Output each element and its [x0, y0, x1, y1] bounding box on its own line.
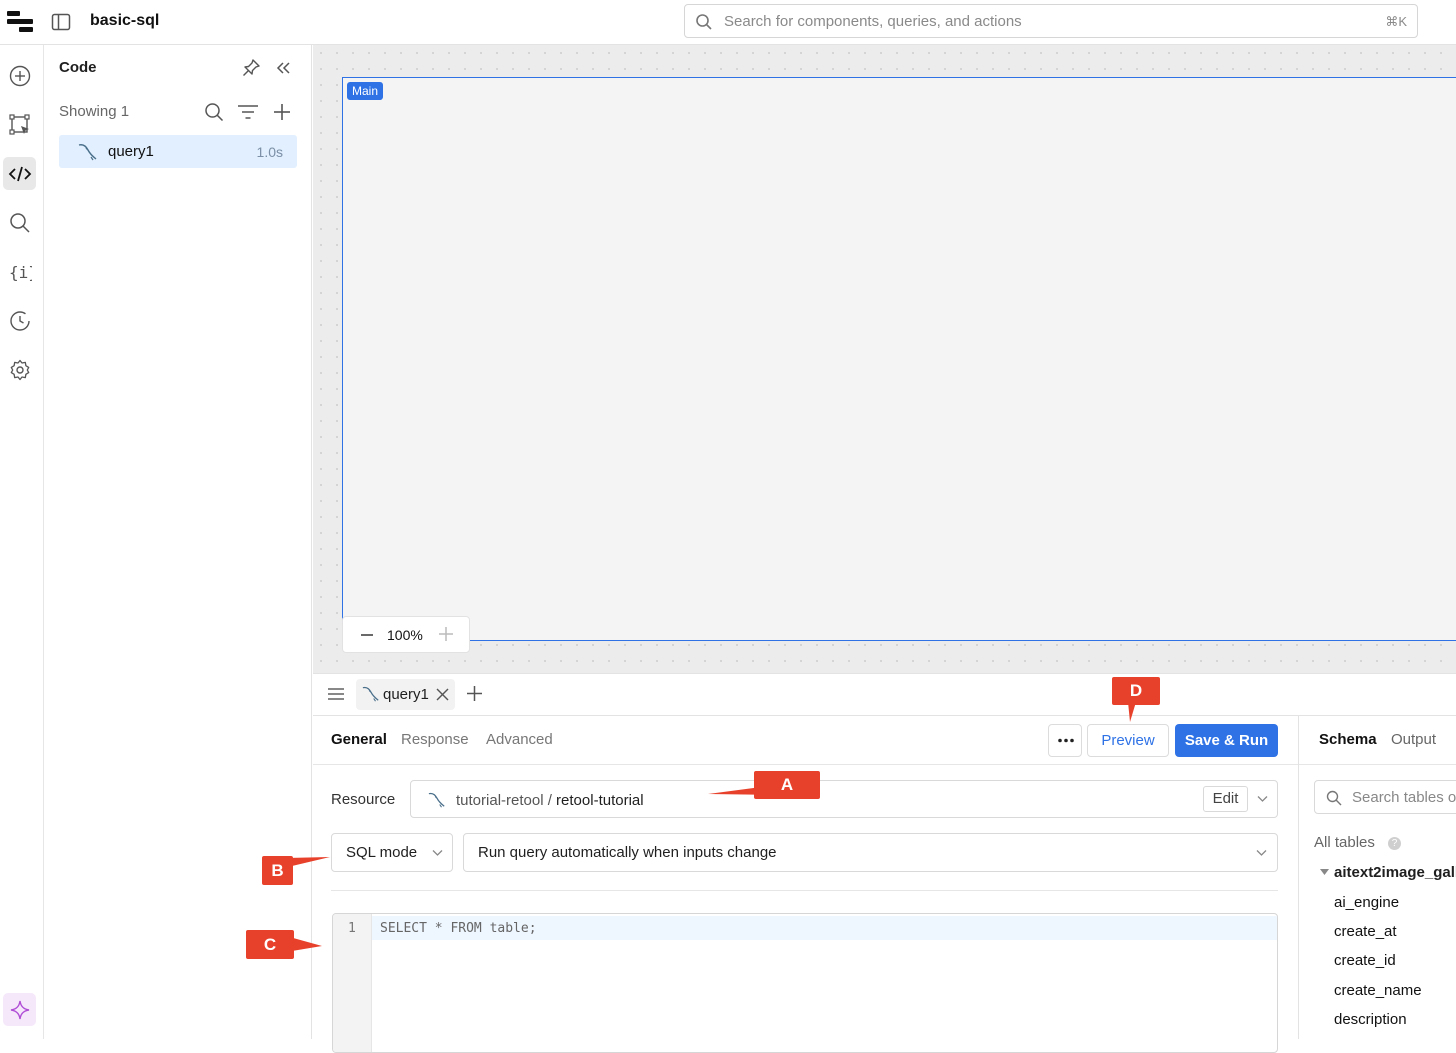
- top-bar: basic-sql Search for components, queries…: [0, 0, 1456, 45]
- history-icon[interactable]: [3, 304, 36, 337]
- sql-mode-value: SQL mode: [346, 844, 418, 861]
- select-icon[interactable]: [3, 108, 36, 141]
- pin-icon[interactable]: [241, 58, 261, 78]
- svg-text:{i}: {i}: [9, 263, 32, 282]
- settings-icon[interactable]: [3, 353, 36, 386]
- annotation-d: D: [1112, 677, 1160, 705]
- tab-schema[interactable]: Schema: [1319, 731, 1377, 748]
- schema-column[interactable]: create_id: [1334, 952, 1396, 969]
- schema-column[interactable]: create_at: [1334, 923, 1397, 940]
- help-icon[interactable]: ?: [1388, 837, 1401, 850]
- schema-panel: Schema Output Search tables or columns A…: [1298, 716, 1456, 1039]
- annotation-b: B: [262, 856, 293, 885]
- schema-search-input[interactable]: Search tables or columns: [1314, 780, 1456, 814]
- shortcut-hint: ⌘K: [1385, 14, 1407, 29]
- query-list-item-query1[interactable]: query1 1.0s: [59, 135, 297, 168]
- search-icon: [1326, 790, 1342, 806]
- search-icon: [695, 13, 713, 31]
- global-search-input[interactable]: Search for components, queries, and acti…: [684, 4, 1418, 38]
- chevron-down-icon: [432, 849, 443, 857]
- add-tab-icon[interactable]: [466, 685, 483, 702]
- caret-down-icon[interactable]: [1320, 869, 1329, 876]
- edit-resource-button[interactable]: Edit: [1203, 786, 1248, 812]
- preview-button[interactable]: Preview: [1087, 724, 1169, 757]
- resource-prefix: tutorial-retool /: [456, 792, 557, 809]
- main-frame-badge[interactable]: Main: [347, 82, 384, 100]
- all-tables-label: All tables: [1314, 834, 1375, 851]
- mysql-icon: [361, 685, 381, 703]
- code-icon[interactable]: [3, 157, 36, 190]
- add-icon[interactable]: [3, 59, 36, 92]
- line-number: 1: [348, 921, 356, 936]
- zoom-out-icon[interactable]: [360, 628, 374, 642]
- schema-column[interactable]: description: [1334, 1011, 1407, 1028]
- run-trigger-value: Run query automatically when inputs chan…: [478, 844, 777, 861]
- retool-logo-icon[interactable]: [7, 10, 33, 34]
- schema-table-name[interactable]: aitext2image_gallery: [1334, 864, 1456, 881]
- schema-column[interactable]: create_name: [1334, 982, 1422, 999]
- divider: [1299, 764, 1456, 765]
- zoom-control: 100%: [342, 616, 470, 653]
- zoom-in-icon[interactable]: [438, 626, 454, 642]
- line-gutter: 1: [333, 914, 372, 1052]
- menu-icon[interactable]: [328, 687, 344, 701]
- schema-column[interactable]: ai_engine: [1334, 894, 1399, 911]
- divider: [331, 890, 1278, 891]
- search-placeholder: Search for components, queries, and acti…: [724, 13, 1022, 30]
- main-frame[interactable]: Main: [342, 77, 1456, 641]
- schema-search-placeholder: Search tables or columns: [1352, 789, 1456, 806]
- panel-toggle-icon[interactable]: [51, 12, 71, 32]
- tab-response[interactable]: Response: [401, 731, 469, 748]
- tab-output[interactable]: Output: [1391, 731, 1436, 748]
- zoom-level: 100%: [387, 627, 423, 643]
- annotation-a: A: [754, 771, 820, 799]
- tab-advanced[interactable]: Advanced: [486, 731, 553, 748]
- save-and-run-button[interactable]: Save & Run: [1175, 724, 1278, 757]
- code-panel: Code Showing 1 query1 1.0s: [44, 45, 312, 1039]
- query-tab-label: query1: [383, 686, 429, 703]
- state-icon[interactable]: {i}: [3, 255, 36, 288]
- query-tab-query1[interactable]: query1: [356, 679, 455, 710]
- app-title[interactable]: basic-sql: [90, 12, 159, 30]
- code-panel-title: Code: [59, 59, 97, 76]
- sql-code-editor[interactable]: 1 SELECT * FROM table;: [332, 913, 1278, 1053]
- more-options-button[interactable]: [1048, 724, 1082, 757]
- tab-general[interactable]: General: [331, 731, 387, 748]
- query-count-label: Showing 1: [59, 103, 130, 120]
- code-line: SELECT * FROM table;: [380, 921, 537, 936]
- canvas: Main 100%: [313, 45, 1456, 673]
- resource-value: retool-tutorial: [556, 792, 644, 809]
- run-trigger-select[interactable]: Run query automatically when inputs chan…: [463, 833, 1278, 872]
- query-tab-bar: query1: [313, 673, 1456, 716]
- resource-label: Resource: [331, 791, 396, 808]
- search-queries-icon[interactable]: [204, 102, 224, 122]
- annotation-c: C: [246, 930, 294, 959]
- query-editor: General Response Advanced Preview Save &…: [313, 716, 1298, 1053]
- chevron-down-icon[interactable]: [1257, 795, 1268, 803]
- collapse-panel-icon[interactable]: [274, 59, 292, 77]
- search-icon[interactable]: [3, 206, 36, 239]
- chevron-down-icon: [1256, 849, 1267, 857]
- mysql-icon: [77, 142, 99, 162]
- query-run-time: 1.0s: [256, 144, 283, 160]
- query-name: query1: [108, 143, 154, 160]
- resource-name: tutorial-retool / retool-tutorial: [456, 792, 644, 809]
- mysql-icon: [427, 791, 447, 809]
- assist-sparkle-icon[interactable]: [3, 993, 36, 1026]
- resource-select[interactable]: tutorial-retool / retool-tutorial Edit: [410, 780, 1278, 818]
- add-query-icon[interactable]: [273, 103, 291, 121]
- divider: [313, 764, 1298, 765]
- close-icon[interactable]: [436, 688, 449, 701]
- filter-icon[interactable]: [237, 103, 259, 121]
- left-rail: {i}: [0, 45, 44, 1039]
- sql-mode-select[interactable]: SQL mode: [331, 833, 453, 872]
